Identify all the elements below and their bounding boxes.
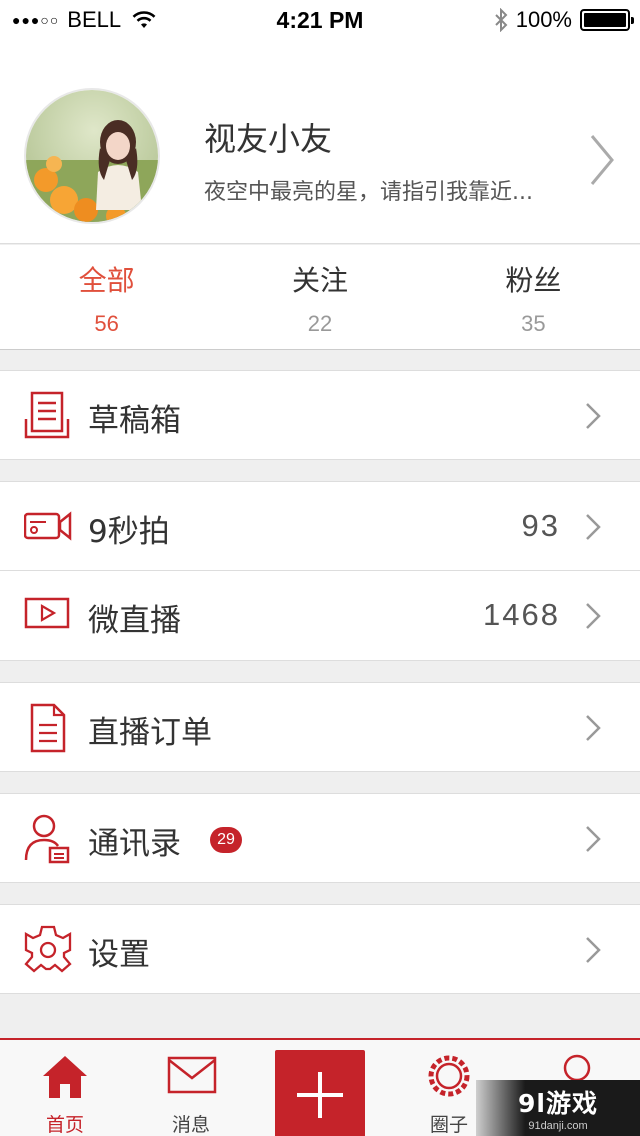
plus-icon — [297, 1072, 343, 1118]
menu-value-live: 1468 — [483, 597, 560, 632]
avatar[interactable] — [24, 88, 160, 224]
profile-name: 视友小友 — [204, 120, 333, 158]
status-right: 100% — [494, 7, 634, 33]
video-camera-icon — [24, 511, 72, 541]
battery-icon — [580, 9, 634, 31]
chevron-right-icon — [586, 514, 601, 540]
home-icon — [43, 1056, 87, 1098]
stat-fans[interactable]: 粉丝 35 — [427, 245, 640, 349]
stat-all-label: 全部 — [78, 264, 135, 297]
chevron-right-icon — [586, 715, 601, 741]
status-bar: ●●●○○ BELL 4:21 PM 100% — [0, 0, 640, 40]
tab-home-label: 首页 — [45, 1114, 84, 1136]
chevron-right-icon — [586, 603, 601, 629]
document-icon — [30, 703, 66, 753]
menu-label-live: 微直播 — [88, 603, 181, 639]
menu-label-nine-sec: 9秒拍 — [88, 514, 170, 550]
tab-messages-label: 消息 — [171, 1114, 210, 1136]
avatar-photo — [26, 90, 158, 222]
play-icon — [24, 597, 70, 629]
menu-label-orders: 直播订单 — [88, 715, 212, 751]
menu-value-nine-sec: 93 — [521, 508, 560, 543]
mail-icon — [167, 1056, 217, 1094]
stat-fans-value: 35 — [521, 311, 546, 336]
stat-all[interactable]: 全部 56 — [0, 245, 213, 349]
bluetooth-icon — [495, 8, 508, 32]
watermark-logo: 9l游戏 — [518, 1089, 598, 1118]
drafts-icon — [24, 391, 70, 439]
chevron-right-icon[interactable] — [588, 132, 616, 188]
chevron-right-icon — [586, 403, 601, 429]
watermark-url: 91danji.com — [528, 1120, 588, 1132]
menu-label-drafts: 草稿箱 — [88, 403, 181, 439]
menu-item-drafts[interactable]: 草稿箱 — [0, 370, 640, 460]
menu-item-live[interactable]: 微直播 1468 — [0, 571, 640, 661]
profile-signature: 夜空中最亮的星，请指引我靠近... — [204, 180, 533, 205]
stat-following-value: 22 — [307, 311, 333, 336]
menu-label-contacts: 通讯录 — [88, 826, 181, 862]
gear-icon — [428, 1055, 470, 1097]
contacts-icon — [24, 814, 70, 864]
site-watermark: 9l游戏 91danji.com — [476, 1080, 640, 1136]
tab-home[interactable]: 首页 — [10, 1040, 120, 1136]
chevron-right-icon — [586, 937, 601, 963]
menu-item-orders[interactable]: 直播订单 — [0, 682, 640, 772]
stat-following-label: 关注 — [291, 264, 348, 297]
menu-item-settings[interactable]: 设置 — [0, 904, 640, 994]
menu-item-contacts[interactable]: 通讯录 29 — [0, 793, 640, 883]
menu-label-settings: 设置 — [88, 937, 150, 973]
stat-following[interactable]: 关注 22 — [213, 245, 426, 349]
profile-card[interactable]: 视友小友 夜空中最亮的星，请指引我靠近... — [0, 40, 640, 244]
tab-messages[interactable]: 消息 — [136, 1040, 246, 1136]
create-button[interactable] — [275, 1050, 365, 1136]
menu-item-nine-sec[interactable]: 9秒拍 93 — [0, 481, 640, 571]
gear-icon — [24, 925, 72, 973]
contacts-count-badge: 29 — [210, 827, 242, 853]
stat-all-value: 56 — [94, 311, 119, 336]
follow-stats: 全部 56 关注 22 粉丝 35 — [0, 245, 640, 350]
stat-fans-label: 粉丝 — [505, 264, 562, 297]
battery-level — [584, 13, 626, 27]
battery-percent: 100% — [515, 7, 572, 32]
chevron-right-icon — [586, 826, 601, 852]
